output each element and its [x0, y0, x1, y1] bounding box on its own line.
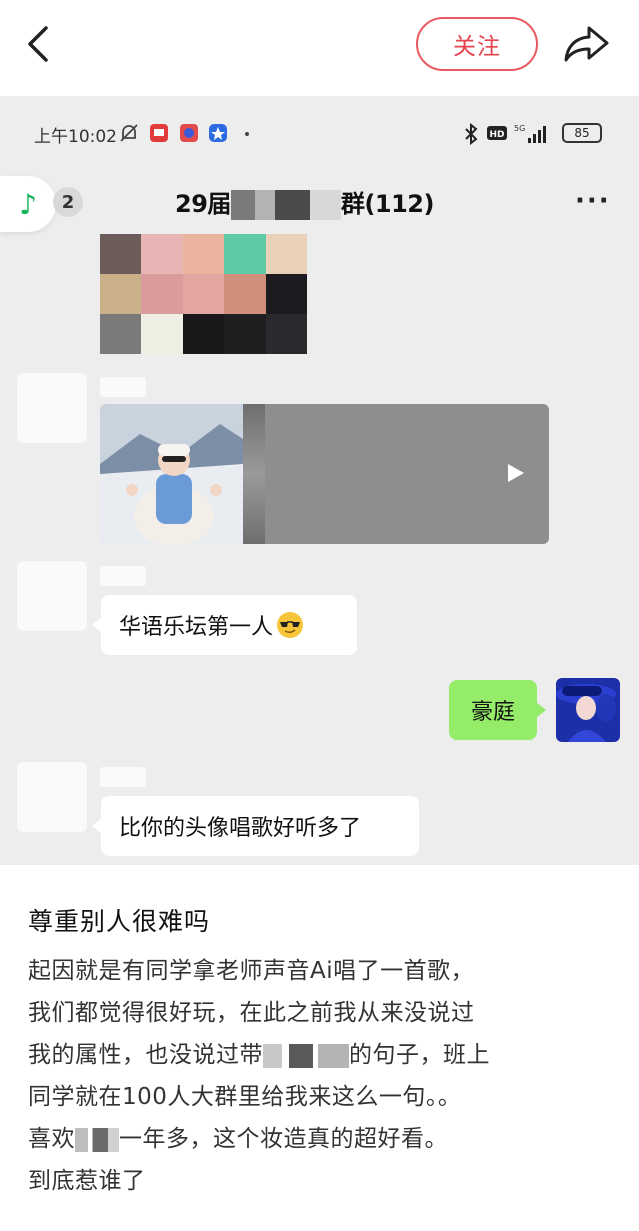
follow-button[interactable]: 关注: [416, 17, 538, 71]
post-line: 我的属性，也没说过带 的句子，班上: [28, 1034, 618, 1076]
post-line: 我们都觉得很好玩，在此之前我从来没说过: [28, 1000, 475, 1026]
signal-icon: 5G: [514, 124, 546, 143]
post-line: 喜欢 一年多，这个妆造真的超好看。: [28, 1118, 618, 1160]
chat-message-bubble[interactable]: 华语乐坛第一人: [92, 595, 357, 655]
top-bar: 关注: [0, 0, 639, 96]
sender-name: [100, 566, 146, 586]
text-redaction: [75, 1127, 119, 1152]
music-note-icon[interactable]: ♪: [0, 176, 56, 232]
hd-icon: HD: [487, 126, 507, 140]
chat-title-suffix: 群(112): [340, 190, 435, 218]
message-text: 豪庭: [470, 700, 515, 725]
post-line-part: 我的属性，也没说过带: [28, 1042, 263, 1068]
post-line: 同学就在100人大群里给我来这么一句。。: [28, 1084, 462, 1110]
chat-group-title: 29届 群(112): [175, 184, 434, 220]
post-body: 起因就是有同学拿老师声音Ai唱了一首歌， 我们都觉得很好玩，在此之前我从来没说过…: [28, 950, 618, 1202]
video-redaction: [243, 404, 265, 544]
app-notify-icon: [150, 124, 168, 142]
sunglasses-emoji-icon: [277, 612, 304, 638]
back-button[interactable]: [20, 22, 60, 66]
svg-text:HD: HD: [489, 130, 504, 140]
chevron-left-icon: [28, 26, 48, 62]
play-icon[interactable]: [506, 462, 526, 484]
post-line-part: 的句子，班上: [349, 1042, 490, 1068]
battery-level: 85: [574, 126, 590, 140]
mute-bell-icon: [120, 124, 138, 142]
share-icon: [564, 26, 609, 62]
video-message[interactable]: [100, 404, 549, 544]
bluetooth-icon: [465, 122, 478, 146]
title-redaction: [230, 190, 341, 220]
avatar[interactable]: [17, 561, 87, 631]
chat-screenshot-image[interactable]: 上午10:02 HD 5G 85 ♪ 2 29届 群(112) ··· 华语乐坛…: [0, 96, 639, 865]
post-line: 到底惹谁了: [28, 1168, 146, 1194]
app-notify-icon-3: [209, 124, 227, 142]
post-line: 起因就是有同学拿老师声音Ai唱了一首歌，: [28, 958, 475, 984]
chat-header: ♪ 2 29届 群(112) ···: [0, 174, 639, 236]
avatar[interactable]: [17, 762, 87, 832]
chat-title-prefix: 29届: [175, 190, 231, 218]
my-avatar[interactable]: [556, 678, 620, 742]
post-detail-page: 关注 上午10:02 HD 5G 85 ♪ 2 29届 群(112) ··· 华…: [0, 0, 639, 1231]
sender-name: [100, 767, 146, 787]
sender-name: [100, 377, 146, 397]
unread-count-badge: 2: [53, 187, 83, 217]
status-time: 上午10:02: [34, 127, 117, 147]
battery-indicator: 85: [562, 123, 602, 143]
app-notify-icon-2: [180, 124, 198, 142]
post-line-part: 一年多，这个妆造真的超好看。: [119, 1126, 448, 1152]
my-message-bubble[interactable]: 豪庭: [449, 680, 546, 740]
message-text: 华语乐坛第一人: [119, 615, 274, 640]
video-thumbnail: [100, 404, 243, 544]
message-text: 比你的头像唱歌好听多了: [119, 816, 362, 841]
phone-status-bar: 上午10:02 HD 5G 85: [0, 96, 639, 174]
post-line-part: 喜欢: [28, 1126, 75, 1152]
text-redaction: [263, 1043, 349, 1068]
avatar[interactable]: [17, 373, 87, 443]
post-title: 尊重别人很难吗: [28, 907, 211, 936]
network-label: 5G: [514, 124, 525, 133]
pixelated-image-message[interactable]: [100, 234, 307, 354]
more-options-button[interactable]: ···: [575, 186, 611, 216]
chat-message-bubble[interactable]: 比你的头像唱歌好听多了: [92, 796, 419, 856]
share-button[interactable]: [561, 22, 611, 66]
dot-icon: [245, 132, 249, 136]
